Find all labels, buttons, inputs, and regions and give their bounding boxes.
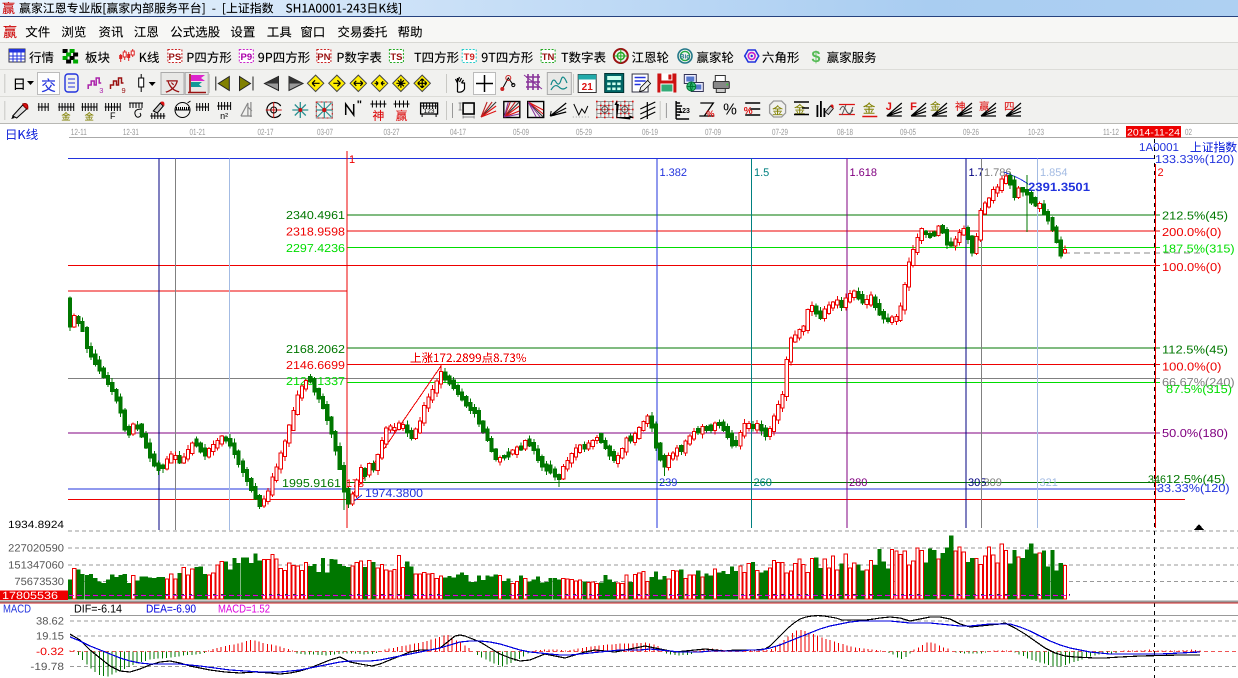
svg-text:2391.3501: 2391.3501 — [1028, 180, 1090, 194]
svg-text:133.33%(120): 133.33%(120) — [1155, 154, 1234, 166]
svg-text:09-26: 09-26 — [963, 127, 979, 137]
svg-text:321: 321 — [1040, 477, 1058, 489]
svg-text:100.0%(0): 100.0%(0) — [1162, 362, 1222, 374]
svg-text:1A0001: 1A0001 — [1139, 142, 1179, 154]
svg-text:239: 239 — [659, 477, 677, 489]
svg-text:2168.2062: 2168.2062 — [286, 344, 345, 356]
svg-text:1995.9161: 1995.9161 — [282, 478, 341, 490]
svg-text:05-09: 05-09 — [513, 127, 529, 137]
svg-text:DIF=-6.14: DIF=-6.14 — [74, 604, 123, 616]
svg-text:04-17: 04-17 — [450, 127, 466, 137]
svg-text:87.5%(315): 87.5%(315) — [1166, 384, 1232, 396]
svg-text:112.5%(45): 112.5%(45) — [1162, 345, 1228, 357]
svg-text:05-29: 05-29 — [576, 127, 592, 137]
svg-text:03-27: 03-27 — [384, 127, 400, 137]
svg-text:06-19: 06-19 — [642, 127, 658, 137]
svg-text:03-07: 03-07 — [317, 127, 333, 137]
svg-text:1.382: 1.382 — [660, 167, 688, 179]
svg-text:10-23: 10-23 — [1028, 127, 1044, 137]
svg-text:2318.9598: 2318.9598 — [286, 227, 345, 239]
svg-text:33.33%(120): 33.33%(120) — [1157, 483, 1230, 495]
svg-text:38.62: 38.62 — [36, 616, 64, 628]
svg-text:1: 1 — [349, 154, 355, 166]
svg-text:09-05: 09-05 — [900, 127, 916, 137]
svg-text:-0.32: -0.32 — [36, 646, 64, 658]
svg-text:200.0%(0): 200.0%(0) — [1162, 227, 1222, 239]
svg-text:19.15: 19.15 — [36, 631, 64, 643]
svg-text:187.5%(315): 187.5%(315) — [1162, 244, 1235, 256]
svg-text:02-17: 02-17 — [258, 127, 274, 137]
svg-text:309: 309 — [984, 477, 1002, 489]
svg-text:1974.3800: 1974.3800 — [365, 488, 423, 500]
svg-text:50.0%(180): 50.0%(180) — [1162, 428, 1228, 440]
svg-text:2: 2 — [1158, 167, 1164, 179]
svg-text:01-21: 01-21 — [190, 127, 206, 137]
svg-text:12-11: 12-11 — [71, 127, 87, 137]
svg-text:151347060: 151347060 — [8, 560, 64, 572]
svg-text:-19.78: -19.78 — [30, 661, 64, 673]
svg-text:260: 260 — [754, 477, 772, 489]
svg-text:2340.4961: 2340.4961 — [286, 210, 345, 222]
svg-text:11-12: 11-12 — [1103, 127, 1119, 137]
svg-text:2014-11-24: 2014-11-24 — [1127, 127, 1180, 138]
svg-text:12-31: 12-31 — [123, 127, 139, 137]
svg-text:DEA=-6.90: DEA=-6.90 — [146, 604, 196, 616]
svg-text:07-09: 07-09 — [705, 127, 721, 137]
svg-text:227020590: 227020590 — [8, 543, 64, 555]
svg-text:1934.8924: 1934.8924 — [8, 519, 64, 531]
svg-text:100.0%(0): 100.0%(0) — [1162, 262, 1222, 274]
svg-text:212.5%(45): 212.5%(45) — [1162, 211, 1228, 223]
svg-text:17805536: 17805536 — [2, 590, 58, 602]
svg-text:2297.4236: 2297.4236 — [286, 243, 345, 255]
svg-text:280: 280 — [849, 477, 867, 489]
svg-text:1.5: 1.5 — [754, 167, 769, 179]
svg-text:346: 346 — [1148, 474, 1166, 486]
svg-text:02: 02 — [1185, 127, 1192, 137]
svg-text:MACD: MACD — [3, 604, 31, 616]
svg-text:08-18: 08-18 — [837, 127, 853, 137]
svg-text:75673530: 75673530 — [14, 576, 64, 588]
svg-text:1.618: 1.618 — [850, 167, 878, 179]
svg-text:MACD=1.52: MACD=1.52 — [218, 604, 270, 616]
svg-text:1.854: 1.854 — [1040, 167, 1068, 179]
svg-text:07-29: 07-29 — [772, 127, 788, 137]
svg-text:2146.6699: 2146.6699 — [286, 360, 345, 372]
